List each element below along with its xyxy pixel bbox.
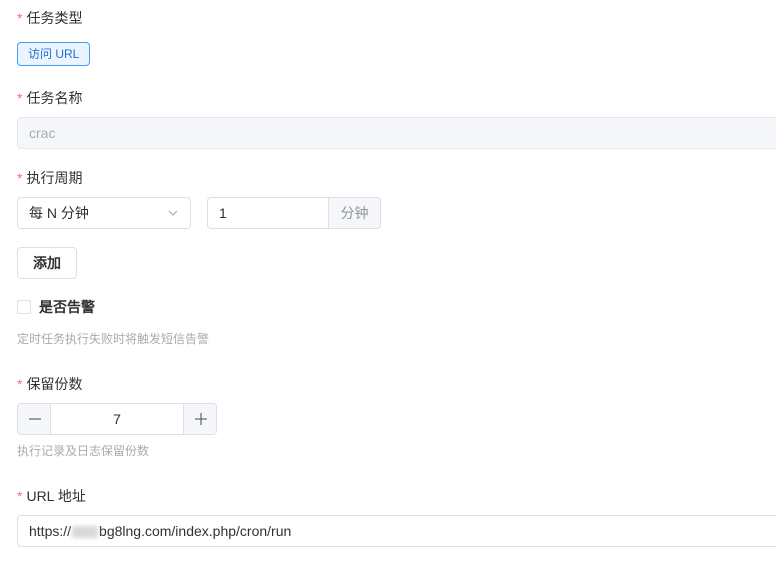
alert-checkbox-label[interactable]: 是否告警 xyxy=(39,297,95,317)
required-mark: * xyxy=(17,10,23,26)
period-select[interactable]: 每 N 分钟 xyxy=(17,197,191,229)
plus-icon xyxy=(195,413,207,425)
url-label: * URL 地址 xyxy=(17,488,86,504)
required-mark: * xyxy=(17,376,23,392)
task-name-input: crac xyxy=(17,117,776,149)
period-select-value: 每 N 分钟 xyxy=(29,205,89,221)
decrement-button[interactable] xyxy=(18,404,51,434)
retain-stepper: 7 xyxy=(17,403,217,435)
retain-label: * 保留份数 xyxy=(17,376,83,392)
period-unit: 分钟 xyxy=(328,197,381,229)
retain-value-input[interactable]: 7 xyxy=(51,404,183,434)
period-number-input[interactable]: 1 xyxy=(207,197,329,229)
task-name-label: * 任务名称 xyxy=(17,90,83,106)
add-button[interactable]: 添加 xyxy=(17,247,77,279)
chevron-down-icon xyxy=(168,210,178,216)
required-mark: * xyxy=(17,90,23,106)
increment-button[interactable] xyxy=(183,404,216,434)
alert-checkbox[interactable] xyxy=(17,300,31,314)
redacted-text xyxy=(72,526,99,539)
url-value-prefix: https:// xyxy=(29,523,72,539)
url-value-suffix: bg8lng.com/index.php/cron/run xyxy=(99,523,292,539)
alert-help-text: 定时任务执行失败时将触发短信告警 xyxy=(17,332,210,346)
period-label: * 执行周期 xyxy=(17,170,83,186)
required-mark: * xyxy=(17,170,23,186)
minus-icon xyxy=(29,418,41,420)
task-type-tag[interactable]: 访问 URL xyxy=(17,42,91,66)
required-mark: * xyxy=(17,488,23,504)
url-input[interactable]: https:// bg8lng.com/index.php/cron/run xyxy=(17,515,776,547)
retain-help-text: 执行记录及日志保留份数 xyxy=(17,444,150,458)
task-type-label: * 任务类型 xyxy=(17,10,83,26)
